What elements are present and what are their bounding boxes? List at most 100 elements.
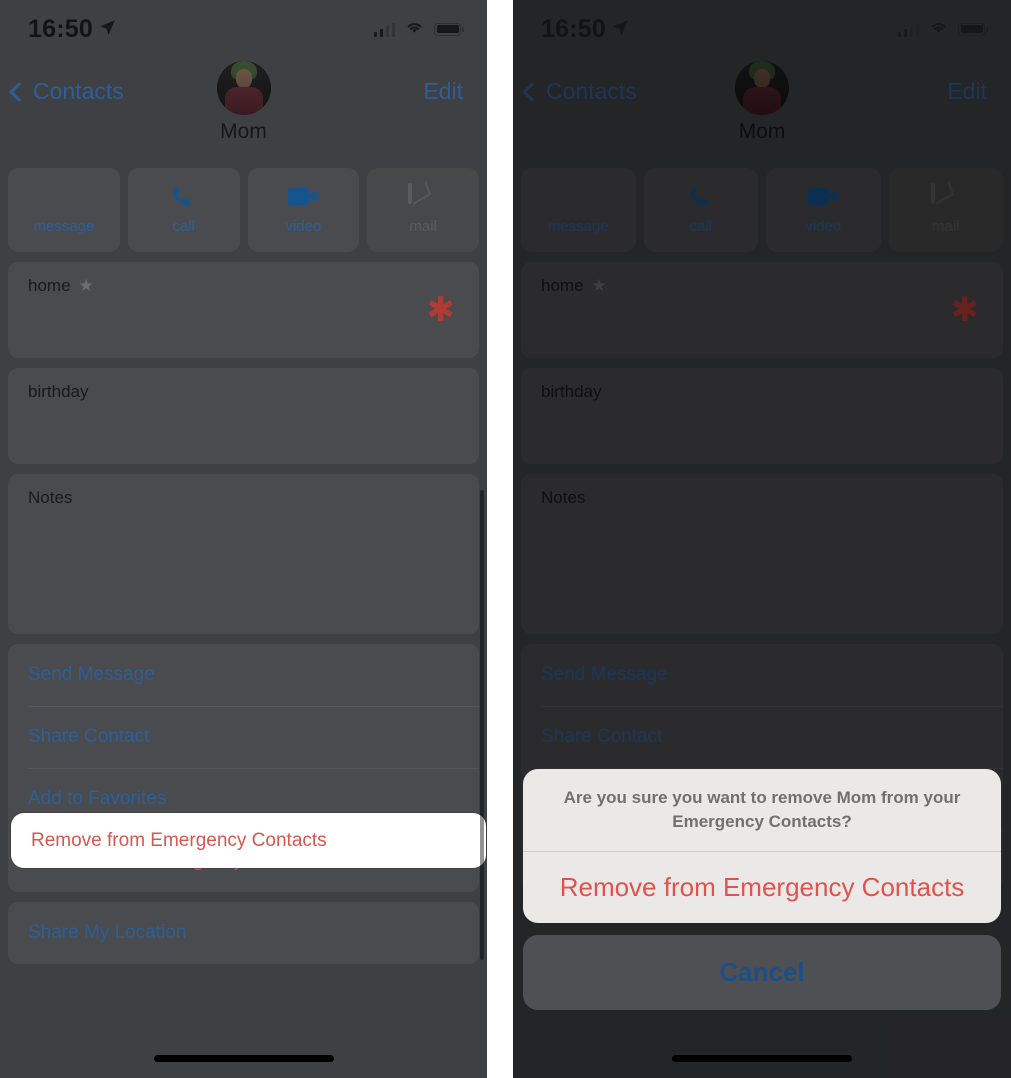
message-button[interactable]: message bbox=[8, 168, 120, 252]
phone-screen-right: 16:50 Contacts Mom Edit message call vid… bbox=[513, 0, 1011, 1078]
contact-name-right: Mom bbox=[738, 120, 786, 143]
video-button-label: video bbox=[285, 218, 322, 235]
location-arrow-icon bbox=[99, 14, 116, 43]
call-button-right: call bbox=[643, 168, 758, 252]
share-contact-row-right: Share Contact bbox=[521, 706, 1003, 768]
phone-row-label-group-right: home ★ bbox=[541, 276, 983, 296]
mail-button-label-right: mail bbox=[931, 218, 960, 235]
video-button[interactable]: video bbox=[247, 168, 360, 252]
share-contact-row[interactable]: Share Contact bbox=[8, 706, 479, 768]
wifi-icon bbox=[928, 19, 949, 40]
phone-label: home bbox=[28, 276, 71, 295]
birthday-row-right: birthday bbox=[521, 368, 1003, 464]
contact-header: Mom bbox=[0, 61, 487, 144]
phone-screen-left: 16:50 Contacts Mom Edit message call vid… bbox=[0, 0, 487, 1078]
message-button-right: message bbox=[521, 168, 636, 252]
share-my-location-label: Share My Location bbox=[28, 922, 187, 943]
call-button-label: call bbox=[172, 218, 195, 235]
notes-row-right: Notes bbox=[521, 474, 1003, 634]
phone-field-card: home ★ ✱ bbox=[8, 262, 479, 358]
status-bar-indicators bbox=[373, 19, 464, 40]
quick-action-bar: message call video mail bbox=[0, 168, 487, 252]
video-button-right: video bbox=[766, 168, 881, 252]
cellular-signal-icon bbox=[373, 22, 395, 37]
contact-name: Mom bbox=[220, 120, 267, 143]
phone-field-card-right: home ★ ✱ bbox=[521, 262, 1003, 358]
wifi-icon bbox=[404, 19, 425, 40]
action-sheet: Are you sure you want to remove Mom from… bbox=[513, 768, 1011, 1010]
message-bubble-icon bbox=[563, 185, 593, 209]
scrollbar[interactable] bbox=[480, 490, 484, 960]
star-icon: ★ bbox=[591, 276, 607, 295]
birthday-card: birthday bbox=[8, 368, 479, 464]
remove-emergency-contacts-highlight[interactable]: Remove from Emergency Contacts bbox=[11, 813, 486, 868]
navigation-bar-right: Contacts Mom Edit bbox=[513, 58, 1011, 168]
screenshot-stage: 16:50 Contacts Mom Edit message call vid… bbox=[0, 0, 1011, 1078]
birthday-row[interactable]: birthday bbox=[8, 368, 479, 464]
birthday-label-right: birthday bbox=[541, 382, 602, 401]
notes-label: Notes bbox=[28, 488, 73, 507]
battery-icon bbox=[434, 22, 464, 36]
message-bubble-icon bbox=[49, 185, 79, 209]
navigation-bar: Contacts Mom Edit bbox=[0, 58, 487, 168]
phone-value-redacted-right: ✱ bbox=[950, 291, 980, 329]
birthday-card-right: birthday bbox=[521, 368, 1003, 464]
phone-row[interactable]: home ★ ✱ bbox=[8, 262, 479, 358]
avatar bbox=[735, 61, 789, 115]
send-message-row-right: Send Message bbox=[521, 644, 1003, 706]
mail-envelope-icon bbox=[408, 183, 438, 209]
add-to-favorites-label: Add to Favorites bbox=[28, 788, 167, 809]
cellular-signal-icon bbox=[897, 22, 919, 37]
home-indicator-right[interactable] bbox=[672, 1055, 852, 1062]
contact-header-right: Mom bbox=[513, 61, 1011, 144]
send-message-row[interactable]: Send Message bbox=[8, 644, 479, 706]
action-sheet-title: Are you sure you want to remove Mom from… bbox=[523, 769, 1001, 852]
status-bar-time-right: 16:50 bbox=[541, 14, 606, 43]
star-icon: ★ bbox=[78, 276, 94, 295]
send-message-label-right: Send Message bbox=[541, 664, 668, 685]
location-arrow-icon bbox=[612, 14, 629, 43]
phone-row-right: home ★ ✱ bbox=[521, 262, 1003, 358]
notes-label-right: Notes bbox=[541, 488, 586, 507]
video-camera-icon bbox=[808, 185, 838, 209]
status-bar-time-group: 16:50 bbox=[28, 15, 116, 44]
message-button-label: message bbox=[33, 218, 95, 235]
send-message-label: Send Message bbox=[28, 664, 155, 685]
share-contact-label: Share Contact bbox=[28, 726, 150, 747]
notes-card: Notes bbox=[8, 474, 479, 634]
phone-label-right: home bbox=[541, 276, 584, 295]
edit-button[interactable]: Edit bbox=[423, 78, 463, 105]
phone-row-label-group: home ★ bbox=[28, 276, 459, 296]
mail-button: mail bbox=[367, 168, 479, 252]
phone-value-redacted: ✱ bbox=[426, 291, 456, 329]
call-button[interactable]: call bbox=[127, 168, 240, 252]
mail-envelope-icon bbox=[930, 183, 961, 209]
mail-button-label: mail bbox=[409, 218, 437, 235]
avatar[interactable] bbox=[216, 61, 271, 115]
battery-icon bbox=[958, 22, 988, 36]
status-bar: 16:50 bbox=[0, 0, 487, 58]
quick-action-bar-right: message call video mail bbox=[513, 168, 1011, 252]
notes-card-right: Notes bbox=[521, 474, 1003, 634]
share-location-card: Share My Location bbox=[8, 902, 479, 964]
share-contact-label-right: Share Contact bbox=[541, 726, 663, 747]
status-bar-indicators-right bbox=[897, 19, 988, 40]
share-my-location-row[interactable]: Share My Location bbox=[8, 902, 479, 964]
status-bar-right: 16:50 bbox=[513, 0, 1011, 58]
action-sheet-remove-button[interactable]: Remove from Emergency Contacts bbox=[523, 852, 1001, 923]
edit-button-right: Edit bbox=[947, 78, 987, 104]
phone-handset-icon bbox=[169, 185, 199, 209]
phone-handset-icon bbox=[686, 185, 716, 209]
home-indicator[interactable] bbox=[153, 1055, 334, 1062]
action-sheet-cancel-button[interactable]: Cancel bbox=[523, 935, 1001, 1010]
action-sheet-group: Are you sure you want to remove Mom from… bbox=[523, 768, 1001, 923]
video-camera-icon bbox=[288, 185, 318, 209]
status-bar-time-group-right: 16:50 bbox=[541, 15, 629, 44]
notes-row[interactable]: Notes bbox=[8, 474, 479, 634]
call-button-label-right: call bbox=[689, 218, 712, 235]
remove-emergency-contacts-highlight-label: Remove from Emergency Contacts bbox=[31, 829, 327, 851]
message-button-label-right: message bbox=[547, 218, 609, 235]
birthday-label: birthday bbox=[28, 382, 89, 401]
video-button-label-right: video bbox=[805, 218, 842, 235]
mail-button-right: mail bbox=[888, 168, 1003, 252]
